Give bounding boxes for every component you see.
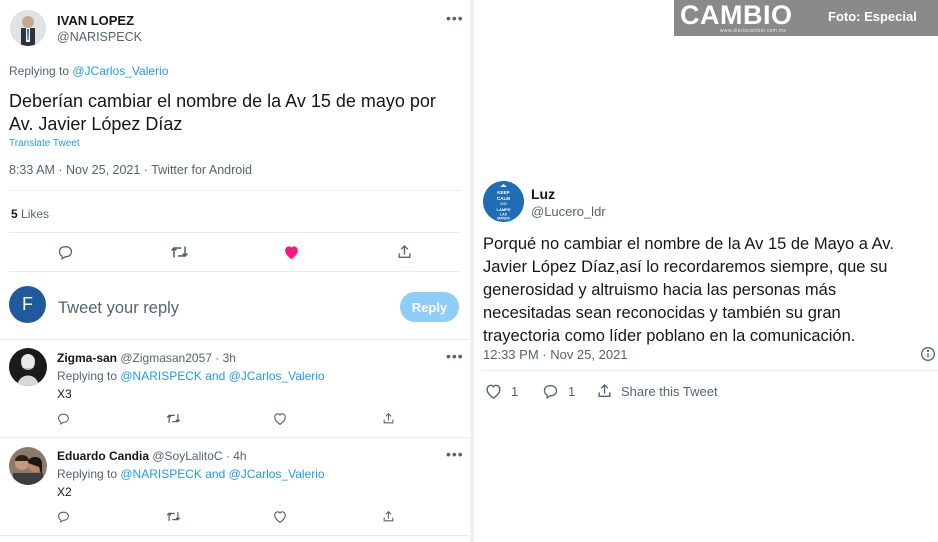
photo-credit: Foto: Especial: [828, 9, 917, 24]
quoted-author-avatar[interactable]: KEEP CALM AND LAMPE LAS MANOS: [483, 181, 524, 222]
svg-text:KEEP: KEEP: [497, 190, 510, 195]
divider: [0, 535, 470, 536]
retweet-icon[interactable]: [168, 243, 190, 261]
tweet-timestamp[interactable]: 8:33 AM · Nov 25, 2021 · Twitter for And…: [9, 163, 252, 177]
share-icon[interactable]: [394, 243, 414, 261]
replying-prefix: Replying to: [57, 369, 121, 383]
quoted-tweet-line: generosidad y altruismo hacia las person…: [483, 281, 837, 299]
reply-input[interactable]: Tweet your reply: [58, 299, 179, 318]
reply-text: X3: [57, 387, 72, 401]
reply-icon[interactable]: [55, 509, 71, 524]
more-icon[interactable]: •••: [446, 446, 464, 462]
svg-text:CALM: CALM: [497, 196, 510, 201]
reply-icon[interactable]: [55, 411, 71, 426]
reply-icon[interactable]: [540, 382, 560, 400]
quoted-tweet-line: Porqué no cambiar el nombre de la Av 15 …: [483, 235, 894, 253]
heart-icon[interactable]: [272, 509, 288, 524]
replying-to: Replying to @NARISPECK and @JCarlos_Vale…: [57, 369, 325, 383]
composer-avatar-letter: F: [22, 294, 33, 314]
reply-header: Zigma-san @Zigmasan2057 · 3h: [57, 351, 236, 365]
share-icon[interactable]: [594, 382, 614, 400]
retweet-icon[interactable]: [164, 411, 182, 426]
tweet-text-line: Deberían cambiar el nombre de la Av 15 d…: [9, 91, 436, 111]
likes-stat[interactable]: 5 Likes: [11, 207, 49, 221]
keep-calm-avatar-icon: KEEP CALM AND LAMPE LAS MANOS: [483, 181, 524, 222]
reply-avatar[interactable]: [9, 348, 47, 386]
reply-avatar[interactable]: [9, 447, 47, 485]
tweet-text-line: Av. Javier López Díaz: [9, 114, 183, 134]
reply-handle-time[interactable]: @Zigmasan2057 · 3h: [120, 351, 236, 365]
divider: [9, 232, 460, 233]
reply-header: Eduardo Candia @SoyLalitoC · 4h: [57, 449, 247, 463]
share-icon[interactable]: [380, 509, 396, 524]
reply-count[interactable]: 1: [568, 384, 575, 399]
more-icon[interactable]: •••: [446, 10, 464, 26]
reply-text: X2: [57, 485, 72, 499]
reply-author-name[interactable]: Eduardo Candia: [57, 449, 149, 463]
reply-author-name[interactable]: Zigma-san: [57, 351, 117, 365]
reply-icon[interactable]: [55, 243, 75, 261]
quoted-tweet-timestamp[interactable]: 12:33 PM · Nov 25, 2021: [483, 347, 628, 362]
svg-text:LAMPE: LAMPE: [497, 207, 511, 212]
heart-icon[interactable]: [281, 243, 301, 261]
replying-to-link[interactable]: @JCarlos_Valerio: [72, 64, 168, 78]
translate-tweet-link[interactable]: Translate Tweet: [9, 138, 80, 149]
retweet-icon[interactable]: [164, 509, 182, 524]
divider: [0, 437, 470, 438]
likes-count: 5: [11, 207, 18, 221]
heart-icon[interactable]: [272, 411, 288, 426]
quoted-author-name[interactable]: Luz: [531, 186, 555, 202]
composer-avatar[interactable]: F: [9, 286, 46, 323]
replying-to-link[interactable]: @NARISPECK and @JCarlos_Valerio: [120, 467, 324, 481]
svg-text:AND: AND: [500, 202, 507, 206]
share-tweet-label[interactable]: Share this Tweet: [621, 384, 718, 399]
replying-to: Replying to @JCarlos_Valerio: [9, 64, 168, 78]
share-icon[interactable]: [380, 411, 396, 426]
svg-text:MANOS: MANOS: [497, 217, 510, 221]
divider: [9, 190, 460, 191]
reply-handle-time[interactable]: @SoyLalitoC · 4h: [152, 449, 246, 463]
divider: [9, 271, 460, 272]
quoted-tweet-line: necesitadas sean reconocidas y también s…: [483, 304, 841, 322]
heart-icon[interactable]: [483, 382, 503, 400]
left-tweet-screenshot: IVAN LOPEZ @NARISPECK ••• Replying to @J…: [0, 0, 470, 542]
replying-to-link[interactable]: @NARISPECK and @JCarlos_Valerio: [120, 369, 324, 383]
quoted-tweet-line: Javier López Díaz,así lo recordaremos si…: [483, 258, 888, 276]
cambio-logo: CAMBIO: [680, 0, 793, 30]
more-icon[interactable]: •••: [446, 348, 464, 364]
quoted-tweet-line: trayectoria como líder poblano en la com…: [483, 327, 856, 345]
tweet-text: Deberían cambiar el nombre de la Av 15 d…: [9, 90, 436, 136]
reply-button[interactable]: Reply: [400, 292, 459, 322]
quoted-tweet-text: Porqué no cambiar el nombre de la Av 15 …: [483, 233, 894, 348]
divider: [483, 370, 938, 371]
author-name[interactable]: IVAN LOPEZ: [57, 13, 134, 28]
author-avatar[interactable]: [10, 10, 46, 46]
info-icon[interactable]: [919, 345, 937, 363]
divider: [0, 339, 470, 340]
likes-label: Likes: [21, 207, 50, 221]
cambio-url: www.diariocambio.com.mx: [720, 28, 787, 34]
quoted-author-handle[interactable]: @Lucero_ldr: [531, 204, 606, 219]
like-count[interactable]: 1: [511, 384, 518, 399]
replying-to: Replying to @NARISPECK and @JCarlos_Vale…: [57, 467, 325, 481]
replying-prefix: Replying to: [57, 467, 121, 481]
author-handle[interactable]: @NARISPECK: [57, 30, 142, 44]
replying-prefix: Replying to: [9, 64, 73, 78]
